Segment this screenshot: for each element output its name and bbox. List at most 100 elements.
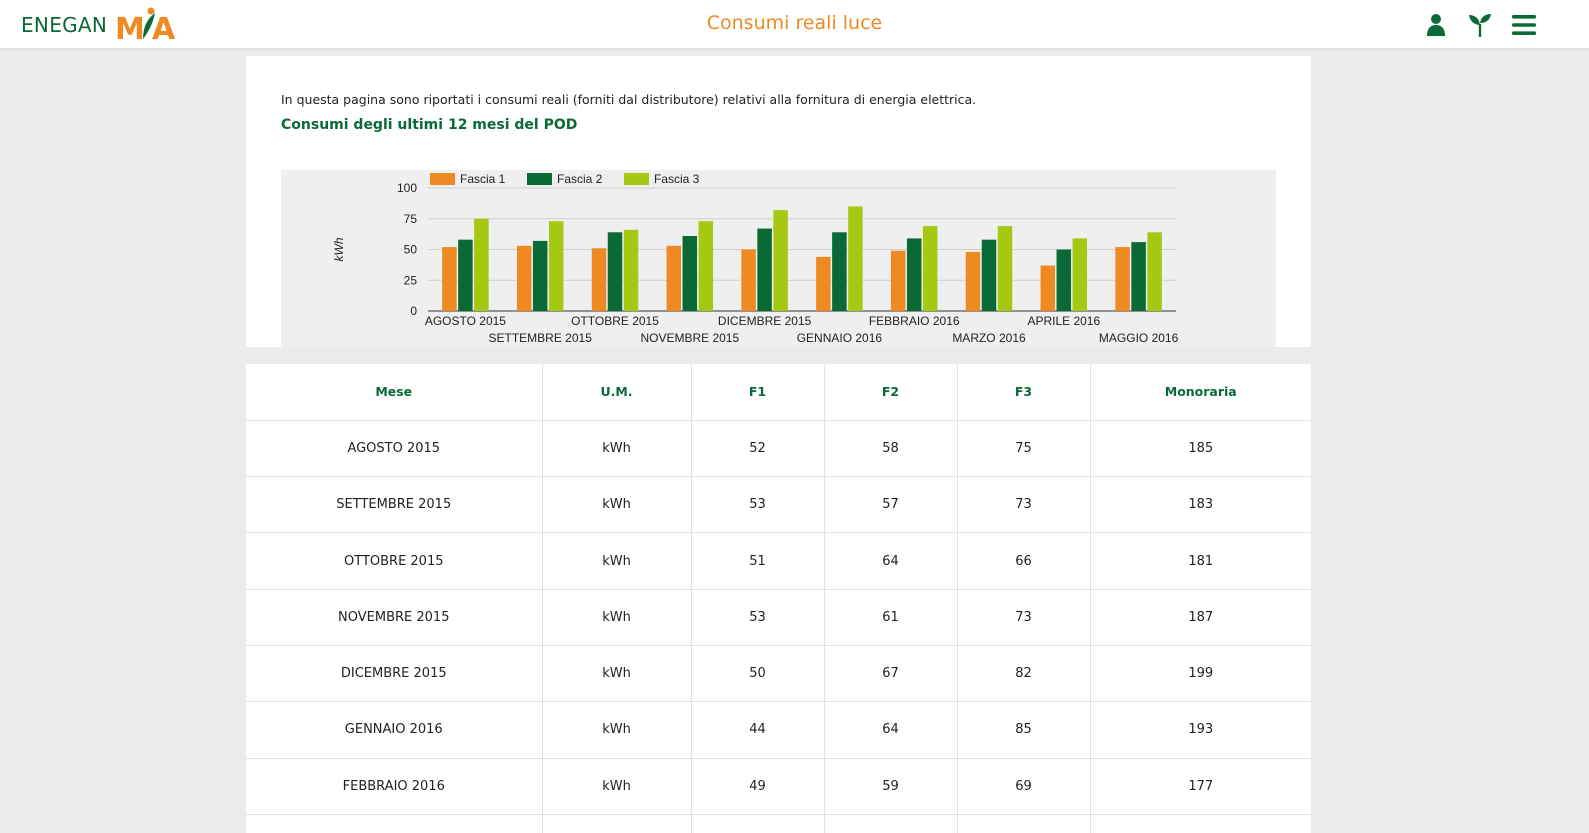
cell-um: kWh	[542, 645, 692, 703]
cell-f2: 61	[824, 589, 958, 646]
cell-um	[542, 814, 692, 833]
x-tick-label: OTTOBRE 2015	[571, 314, 659, 328]
table-row: GENNAIO 2016 kWh 44 64 85 193	[246, 701, 1311, 759]
cell-f3: 75	[957, 420, 1091, 478]
y-tick-label: 0	[410, 304, 417, 318]
bar-fascia-1	[591, 248, 607, 311]
cell-um: kWh	[542, 476, 692, 534]
bar-fascia-1	[816, 256, 831, 311]
cell-f1: 51	[691, 532, 825, 590]
bar-fascia-1	[741, 249, 756, 311]
cell-f3: 73	[957, 589, 1091, 646]
bar-fascia-2	[1131, 242, 1146, 311]
cell-monoraria: 183	[1090, 476, 1311, 534]
y-tick-label: 25	[404, 273, 418, 287]
cell-f1: 52	[691, 420, 825, 478]
cell-f1: 53	[691, 476, 825, 534]
bar-fascia-3	[773, 210, 788, 311]
cell-monoraria: 187	[1090, 589, 1311, 646]
cell-um: kWh	[542, 701, 692, 759]
x-tick-label: MARZO 2016	[952, 331, 1026, 345]
bar-fascia-2	[832, 232, 847, 311]
consumption-card: In questa pagina sono riportati i consum…	[246, 56, 1311, 347]
cell-f1: 50	[691, 645, 825, 703]
legend-swatch	[430, 173, 455, 185]
bar-fascia-2	[757, 228, 772, 311]
y-axis-label: kWh	[332, 237, 346, 261]
table-row: NOVEMBRE 2015 kWh 53 61 73 187	[246, 589, 1311, 646]
cell-monoraria	[1090, 814, 1311, 833]
sprout-icon[interactable]	[1467, 12, 1493, 38]
x-tick-label: SETTEMBRE 2015	[489, 331, 593, 345]
cell-monoraria: 181	[1090, 532, 1311, 590]
cell-f1	[691, 814, 825, 833]
bar-fascia-3	[1072, 238, 1088, 311]
cell-f3: 69	[957, 758, 1091, 815]
consumption-table-card: Mese U.M. F1 F2 F3 Monoraria AGOSTO 2015…	[246, 364, 1311, 833]
chart-subtitle: Consumi degli ultimi 12 mesi del POD	[281, 117, 578, 133]
cell-monoraria: 193	[1090, 701, 1311, 759]
consumption-chart: 0 25 50 75 100 kWh AGOSTO 2015 SETTEMBRE 2015 OT…	[281, 170, 1276, 347]
col-header-monoraria: Monoraria	[1090, 364, 1311, 421]
table-row: DICEMBRE 2015 kWh 50 67 82 199	[246, 645, 1311, 703]
consumption-table: Mese U.M. F1 F2 F3 Monoraria AGOSTO 2015…	[246, 364, 1311, 833]
cell-f1: 44	[691, 701, 825, 759]
bar-fascia-3	[922, 226, 938, 311]
bar-fascia-1	[890, 250, 906, 311]
user-icon[interactable]	[1423, 12, 1449, 38]
cell-mese: NOVEMBRE 2015	[246, 589, 543, 646]
bar-fascia-2	[682, 235, 698, 311]
legend-swatch	[527, 173, 552, 185]
cell-f1: 53	[691, 589, 825, 646]
bar-fascia-1	[442, 247, 457, 311]
y-tick-label: 75	[404, 212, 418, 226]
bar-fascia-3	[848, 206, 863, 311]
cell-f2: 57	[824, 476, 958, 534]
x-tick-label: GENNAIO 2016	[797, 331, 883, 345]
table-header-row: Mese U.M. F1 F2 F3 Monoraria	[246, 364, 1311, 421]
col-header-f3: F3	[957, 364, 1091, 421]
bar-fascia-3	[1147, 232, 1162, 311]
bar-fascia-2	[458, 239, 473, 311]
cell-f3: 82	[957, 645, 1091, 703]
legend-swatch	[624, 173, 649, 185]
legend-label: Fascia 3	[654, 172, 700, 186]
bar-fascia-3	[548, 221, 564, 311]
cell-f3: 66	[957, 532, 1091, 590]
legend-label: Fascia 2	[557, 172, 603, 186]
cell-f2: 59	[824, 758, 958, 815]
table-row	[246, 814, 1311, 833]
cell-mese: OTTOBRE 2015	[246, 532, 543, 590]
cell-f2: 67	[824, 645, 958, 703]
bar-fascia-3	[698, 221, 714, 311]
legend-label: Fascia 1	[460, 172, 506, 186]
cell-f2	[824, 814, 958, 833]
menu-icon[interactable]	[1511, 12, 1537, 38]
cell-monoraria: 177	[1090, 758, 1311, 815]
bar-fascia-2	[607, 232, 623, 311]
bar-fascia-2	[1056, 249, 1072, 311]
cell-mese: SETTEMBRE 2015	[246, 476, 543, 534]
table-row: FEBBRAIO 2016 kWh 49 59 69 177	[246, 758, 1311, 815]
col-header-mese: Mese	[246, 364, 543, 421]
app-header: ENEGAN M A Consumi reali luce	[0, 0, 1589, 51]
cell-monoraria: 185	[1090, 420, 1311, 478]
page-title: Consumi reali luce	[706, 12, 883, 34]
bar-fascia-1	[666, 245, 682, 311]
bar-fascia-1	[1040, 265, 1056, 311]
bar-fascia-1	[1115, 247, 1130, 311]
cell-mese	[246, 814, 543, 833]
x-tick-label: MAGGIO 2016	[1099, 331, 1179, 345]
x-tick-label: DICEMBRE 2015	[718, 314, 812, 328]
y-tick-label: 100	[397, 181, 417, 195]
cell-um: kWh	[542, 758, 692, 815]
bar-fascia-2	[532, 240, 548, 311]
col-header-um: U.M.	[542, 364, 692, 421]
cell-f3: 85	[957, 701, 1091, 759]
cell-mese: DICEMBRE 2015	[246, 645, 543, 703]
cell-f2: 64	[824, 532, 958, 590]
bar-fascia-3	[997, 226, 1013, 311]
intro-text: In questa pagina sono riportati i consum…	[281, 92, 977, 107]
cell-um: kWh	[542, 420, 692, 478]
bar-fascia-2	[906, 238, 922, 311]
